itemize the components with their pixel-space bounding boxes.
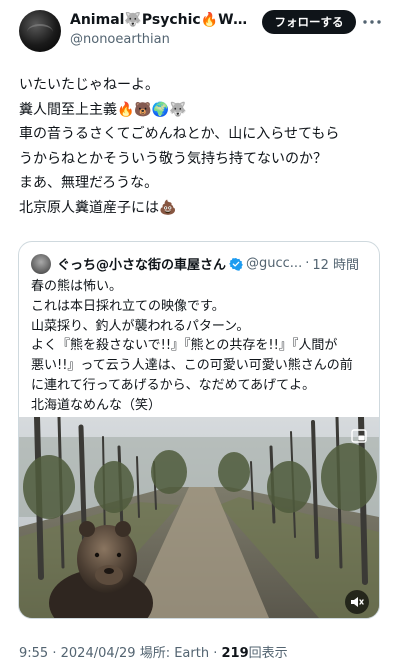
more-horizontal-icon[interactable] bbox=[362, 12, 382, 32]
verified-badge-icon bbox=[229, 257, 243, 271]
picture-in-picture-icon[interactable] bbox=[351, 428, 367, 443]
quote-line: よく『熊を殺さないで!!』『熊との共存を!!』『人間が bbox=[31, 338, 338, 354]
view-label: 回表示 bbox=[248, 646, 288, 661]
quote-line: 春の熊は怖い。 bbox=[31, 279, 123, 294]
author-handle[interactable]: @nonoearthian bbox=[70, 32, 170, 47]
tweet-line: うからねとかそういう敬う気持ち持てないのか？ bbox=[19, 150, 327, 167]
tweet-text: いたいたじゃねーよ。 糞人間至上主義🔥🐻🌍🐺 車の音うるさくてごめんねとか、山に… bbox=[19, 73, 389, 220]
quote-author-handle: @gucc... bbox=[246, 256, 303, 271]
quote-line: に連れて行ってあげるから、なだめてあげてよ。 bbox=[31, 377, 316, 393]
quote-author-name: ぐっち@小さな街の車屋さん bbox=[57, 258, 227, 273]
quote-text: 春の熊は怖い。 これは本日採れ立ての映像です。 山菜採り、釣人が襲われるパターン… bbox=[31, 277, 371, 416]
tweet-line: いたいたじゃねーよ。 bbox=[19, 77, 159, 93]
separator-dot: · bbox=[213, 646, 218, 661]
tweet-line: 車の音うるさくてごめんねとか、山に入らせてもら bbox=[19, 126, 340, 142]
tweet-date[interactable]: 2024/04/29 bbox=[61, 646, 136, 661]
quote-header: ぐっち@小さな街の車屋さん @gucc... · 12 時間 bbox=[57, 254, 359, 273]
author-name[interactable]: Animal🐺Psychic🔥War... bbox=[70, 12, 256, 28]
speaker-muted-icon[interactable] bbox=[345, 590, 369, 614]
separator-dot: · bbox=[52, 646, 57, 661]
tweet-line: 糞人間至上主義🔥🐻🌍🐺 bbox=[19, 101, 187, 118]
tweet-location: 場所: Earth bbox=[139, 646, 210, 661]
view-count: 219 bbox=[221, 646, 249, 661]
tweet-time[interactable]: 9:55 bbox=[19, 646, 48, 661]
follow-button[interactable]: フォローする bbox=[262, 10, 356, 34]
quote-video[interactable] bbox=[19, 417, 379, 618]
quote-line: 悪い!!』って云う人達は、この可愛い可愛い熊さんの前 bbox=[31, 358, 353, 374]
quote-line: これは本日採れ立ての映像です。 bbox=[31, 298, 225, 314]
quote-timestamp[interactable]: 12 時間 bbox=[312, 254, 359, 273]
quote-line: 山菜採り、釣人が襲われるパターン。 bbox=[31, 318, 250, 334]
author-avatar[interactable] bbox=[19, 10, 61, 52]
tweet-line: まあ、無理だろうな。 bbox=[19, 175, 159, 191]
quoted-tweet[interactable]: ぐっち@小さな街の車屋さん @gucc... · 12 時間 春の熊は怖い。 こ… bbox=[18, 241, 380, 619]
quote-author-avatar bbox=[31, 254, 51, 274]
tweet-line: 北京原人糞道産子には💩 bbox=[19, 199, 177, 216]
tweet-meta: 9:55 · 2024/04/29 場所: Earth · 219回表示 bbox=[19, 642, 288, 661]
separator-dot: · bbox=[305, 256, 310, 271]
quote-line: 北海道なめんな（笑） bbox=[31, 397, 162, 413]
